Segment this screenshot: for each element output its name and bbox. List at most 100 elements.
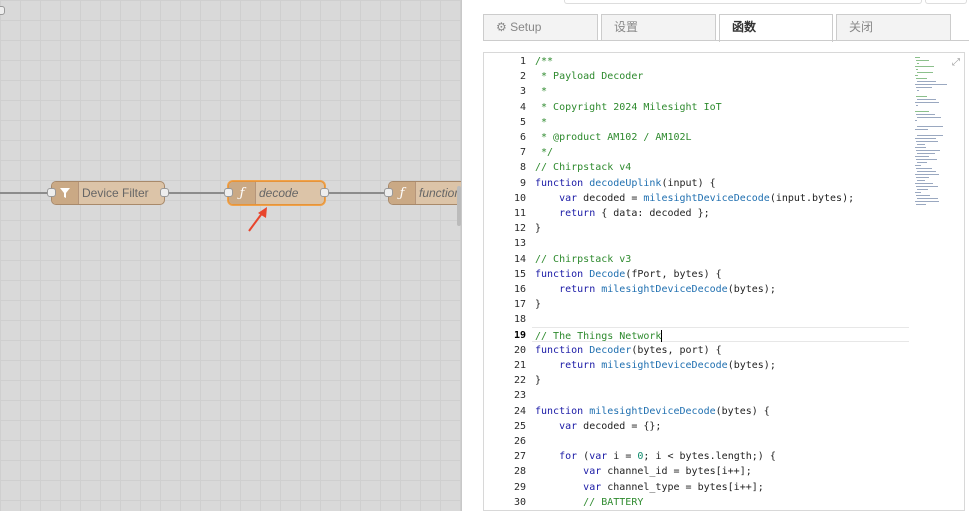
minimap-line <box>916 177 929 178</box>
minimap-line <box>917 117 941 118</box>
code-line[interactable]: */ <box>535 147 553 158</box>
minimap-line <box>916 60 929 61</box>
edit-panel: ⚙ Setup 设置 函数 关闭 1 2 3 4 5 6 7 8 9 10 11 12 13 14 15 16… <box>461 0 969 511</box>
minimap-line <box>915 174 939 175</box>
code-line[interactable]: for (var i = 0; i < bytes.length;) { <box>535 451 776 462</box>
code-line[interactable]: function milesightDeviceDecode(bytes) { <box>535 406 770 417</box>
code-minimap[interactable]: ⤢ <box>909 53 964 223</box>
code-line[interactable]: var channel_type = bytes[i++]; <box>535 482 764 493</box>
minimap-line <box>915 156 930 157</box>
code-editor[interactable]: 1 2 3 4 5 6 7 8 9 10 11 12 13 14 15 16 17 18 19 20 21 22 23 24 2… <box>483 52 965 511</box>
minimap-line <box>916 114 936 115</box>
code-line[interactable]: var channel_id = bytes[i++]; <box>535 466 752 477</box>
code-line[interactable]: * Payload Decoder <box>535 71 643 82</box>
line-number: 17 <box>513 299 526 311</box>
text-cursor <box>661 329 663 342</box>
line-number: 19 <box>513 329 526 341</box>
code-line[interactable]: } <box>535 299 541 310</box>
minimap-line <box>917 63 920 64</box>
minimap-line <box>917 171 937 172</box>
tab-close[interactable]: 关闭 <box>836 14 951 41</box>
code-line[interactable]: * <box>535 117 547 128</box>
wire <box>0 192 52 194</box>
code-line[interactable]: /** <box>535 56 553 67</box>
line-number: 13 <box>513 238 526 250</box>
minimap-line <box>916 150 940 151</box>
node-output-port[interactable] <box>320 188 329 197</box>
red-arrow-annotation <box>248 207 267 232</box>
line-number: 8 <box>519 162 526 174</box>
line-number: 28 <box>513 466 526 478</box>
line-number: 10 <box>513 192 526 204</box>
minimap-line <box>915 165 922 166</box>
line-number: 2 <box>519 71 526 83</box>
function-icon: ƒ <box>389 182 416 204</box>
code-line[interactable]: function Decode(fPort, bytes) { <box>535 269 722 280</box>
minimap-line <box>917 126 943 127</box>
minimap-line <box>915 66 935 67</box>
code-line[interactable]: return milesightDeviceDecode(bytes); <box>535 360 776 371</box>
tab-setup[interactable]: ⚙ Setup <box>483 14 598 41</box>
line-number: 24 <box>513 405 526 417</box>
code-line[interactable]: var decoded = milesightDeviceDecode(inpu… <box>535 193 854 204</box>
line-number: 25 <box>513 420 526 432</box>
line-number: 21 <box>513 360 526 371</box>
node-input-port[interactable] <box>224 188 233 197</box>
node-label: Device Filter <box>82 186 149 200</box>
line-number: 29 <box>513 481 526 493</box>
minimap-line <box>917 72 933 73</box>
minimap-line <box>917 90 919 91</box>
name-input[interactable] <box>564 0 922 4</box>
line-number: 15 <box>513 268 526 280</box>
wire <box>324 192 390 194</box>
divider <box>483 40 969 41</box>
node-output-port[interactable] <box>160 188 169 197</box>
code-line[interactable]: var decoded = {}; <box>535 421 661 432</box>
code-line[interactable]: } <box>535 375 541 386</box>
code-line[interactable]: // Chirpstack v3 <box>535 254 631 265</box>
line-number: 11 <box>513 208 526 219</box>
code-line[interactable]: // The Things Network <box>535 329 663 342</box>
code-line[interactable]: * <box>535 86 547 97</box>
code-line[interactable]: function Decoder(bytes, port) { <box>535 345 722 356</box>
line-number-gutter: 1 2 3 4 5 6 7 8 9 10 11 12 13 14 15 16 17 18 19 20 21 22 23 24 2… <box>484 53 532 510</box>
minimap-line <box>915 129 928 130</box>
minimap-line <box>915 192 922 193</box>
node-device-filter[interactable]: Device Filter <box>47 181 169 205</box>
minimap-line <box>917 144 925 145</box>
line-number: 9 <box>519 177 526 189</box>
code-line[interactable]: // Chirpstack v4 <box>535 162 631 173</box>
minimap-line <box>915 147 927 148</box>
minimap-line <box>917 153 935 154</box>
node-decode[interactable]: ƒ decode <box>224 181 329 205</box>
code-line[interactable]: * @product AM102 / AM102L <box>535 132 692 143</box>
code-line[interactable]: return { data: decoded }; <box>535 208 710 219</box>
code-line[interactable]: // BATTERY <box>535 497 643 508</box>
node-output-port[interactable] <box>0 6 5 15</box>
editor-tabs: ⚙ Setup 设置 函数 关闭 <box>483 14 969 42</box>
minimap-line <box>916 195 931 196</box>
minimap-line <box>916 141 939 142</box>
expand-icon[interactable]: ⤢ <box>952 57 960 68</box>
minimap-line <box>915 84 947 85</box>
toolbar-button[interactable] <box>925 0 967 4</box>
minimap-line <box>915 183 933 184</box>
flow-canvas[interactable]: Device Filter ƒ decode ƒ function <box>0 0 461 511</box>
minimap-line <box>916 87 932 88</box>
code-line[interactable]: } <box>535 223 541 234</box>
minimap-line <box>915 201 939 202</box>
minimap-line <box>916 204 926 205</box>
tab-function[interactable]: 函数 <box>719 14 833 42</box>
minimap-line <box>915 138 936 139</box>
minimap-line <box>917 198 938 199</box>
tab-settings[interactable]: 设置 <box>601 14 716 41</box>
code-line[interactable]: * Copyright 2024 Milesight IoT <box>535 102 722 113</box>
minimap-line <box>916 186 939 187</box>
node-function[interactable]: ƒ function <box>384 181 461 205</box>
line-number: 20 <box>513 344 526 356</box>
node-input-port[interactable] <box>47 188 56 197</box>
minimap-line <box>916 159 937 160</box>
node-input-port[interactable] <box>384 188 393 197</box>
code-line[interactable]: return milesightDeviceDecode(bytes); <box>535 284 776 295</box>
code-line[interactable]: function decodeUplink(input) { <box>535 178 716 189</box>
